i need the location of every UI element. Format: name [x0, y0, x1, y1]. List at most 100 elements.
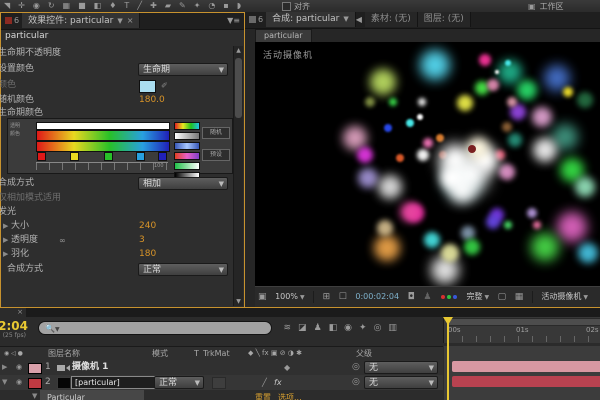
panel-lock-icon[interactable]: 6 — [14, 13, 19, 28]
eye-icon[interactable]: ◉ — [16, 375, 22, 390]
type-tool-icon[interactable]: T — [124, 0, 129, 12]
column-t[interactable]: T — [194, 347, 199, 360]
zoom-tool-icon[interactable]: ◉ — [33, 0, 40, 12]
frame-blend-icon[interactable]: ◧ — [329, 321, 338, 335]
glow-feather-value[interactable]: 180 — [139, 247, 156, 262]
rotate-tool-icon[interactable]: ↻ — [48, 0, 55, 12]
snapshot-camera-icon[interactable]: ◘ — [408, 287, 415, 307]
pickwhip-icon[interactable]: ◎ — [352, 360, 360, 375]
timeline-tab-close-icon[interactable]: × — [0, 308, 26, 317]
puppet-pin-tool-icon[interactable]: ✦ — [194, 0, 201, 12]
twirl-icon[interactable]: ▶ — [3, 247, 8, 262]
auto-keyframe-icon[interactable]: ◎ — [374, 321, 382, 335]
glow-opacity-value[interactable]: 3 — [139, 233, 145, 248]
parent-dropdown[interactable]: 无 ▼ — [364, 361, 438, 374]
shape-tool-icon[interactable]: ◧ — [94, 0, 102, 12]
glow-transfer-mode-dropdown[interactable]: 正常 ▼ — [138, 263, 228, 276]
brush-tool-icon[interactable]: ╱ — [137, 0, 142, 12]
gradient-stop[interactable] — [69, 152, 79, 161]
parent-dropdown[interactable]: 无 ▼ — [364, 376, 438, 389]
gradient-stop[interactable] — [104, 152, 114, 161]
scrollbar-thumb[interactable] — [235, 58, 242, 118]
comp-breadcrumb[interactable]: particular — [255, 29, 312, 43]
color-over-life-gradient-editor[interactable]: 透明 颜色 100 随机 预设 — [7, 118, 233, 180]
motion-blur-icon[interactable]: ◉ — [344, 321, 352, 335]
gradient-presets[interactable] — [174, 122, 200, 182]
pen-tool-icon[interactable]: ♦ — [109, 0, 116, 12]
show-snapshot-icon[interactable]: ♟ — [423, 287, 431, 307]
magnification-dropdown[interactable]: 100% ▼ — [275, 287, 305, 308]
label-color-chip[interactable] — [28, 363, 42, 374]
align-checkbox[interactable]: 对齐 — [282, 1, 310, 12]
transfer-mode-dropdown[interactable]: 相加 ▼ — [138, 177, 228, 190]
composition-viewport[interactable]: 活动摄像机 — [255, 42, 600, 286]
track-area[interactable] — [444, 346, 600, 400]
pickwhip-icon[interactable]: ◎ — [352, 375, 360, 390]
clone-stamp-tool-icon[interactable]: ✚ — [150, 0, 157, 12]
pan-behind-tool-icon[interactable]: ■ — [78, 0, 86, 12]
gradient-stop[interactable] — [36, 152, 46, 161]
expand-icon[interactable]: ▼ — [32, 389, 37, 400]
twirl-icon[interactable]: ▶ — [3, 219, 8, 234]
gradient-stop[interactable] — [158, 152, 168, 161]
column-mode[interactable]: 模式 — [152, 347, 168, 360]
gradient-stop[interactable] — [136, 152, 146, 161]
graph-editor-icon[interactable]: ▥ — [388, 321, 397, 335]
layer-name[interactable]: 摄像机 1 — [72, 360, 108, 375]
channel-icon[interactable] — [440, 287, 458, 307]
column-parent[interactable]: 父级 — [356, 347, 372, 360]
gradient-preset-swatch[interactable] — [174, 132, 200, 140]
eye-icon[interactable]: ◉ — [16, 360, 22, 375]
color-swatch[interactable] — [139, 80, 156, 93]
roi-icon[interactable]: ▢ — [498, 287, 507, 307]
3d-view-dropdown[interactable]: 活动摄像机 ▼ — [541, 287, 588, 308]
effect-row-particular[interactable]: ▼ Particular 重置 选项... — [0, 390, 443, 400]
draft-3d-icon[interactable]: ◪ — [298, 321, 307, 335]
time-ruler[interactable]: 00s 01s 02s — [443, 317, 600, 343]
gradient-randomize-button[interactable]: 随机 — [202, 127, 230, 139]
panel-menu-icon[interactable]: ▼≡ — [227, 16, 240, 25]
resolution-dropdown[interactable]: 完整 ▼ — [466, 287, 489, 308]
gradient-preset-swatch[interactable] — [174, 142, 200, 150]
scrollbar[interactable]: ▲ ▼ — [233, 46, 243, 306]
hide-shy-icon[interactable]: ♟ — [314, 321, 322, 335]
transparency-grid-icon[interactable]: ▦ — [515, 287, 524, 307]
tab-layer[interactable]: 图层: (无) — [417, 12, 471, 27]
tab-dropdown-icon[interactable]: ▼ — [343, 15, 348, 23]
expand-icon[interactable]: ▼ — [2, 375, 7, 390]
gradient-preset-swatch[interactable] — [174, 122, 200, 130]
grid-toggle-icon[interactable]: ◔ — [208, 0, 215, 12]
mini-flowchart-icon[interactable]: ≋ — [284, 321, 292, 335]
column-trkmat[interactable]: TrkMat — [203, 347, 230, 360]
viewer-timecode[interactable]: 0:00:02:04 — [355, 287, 399, 307]
mask-toggle-icon[interactable]: ▪ — [223, 0, 228, 12]
set-color-dropdown[interactable]: 生命期 ▼ — [138, 63, 228, 76]
roto-brush-tool-icon[interactable]: ✎ — [179, 0, 186, 12]
grid-guides-icon[interactable]: ⊞ — [323, 287, 331, 307]
eyedropper-icon[interactable]: ✐ — [161, 81, 173, 90]
gradient-preset-swatch[interactable] — [174, 162, 200, 170]
brush-switch-icon[interactable]: ╱ — [262, 375, 267, 390]
column-layer-name[interactable]: 图层名称 — [48, 347, 80, 360]
gradient-preset-swatch[interactable] — [174, 152, 200, 160]
tab-dropdown-icon[interactable]: ▼ — [117, 17, 122, 25]
current-timecode[interactable]: 0:00:02:04 — [0, 319, 30, 332]
layer-row-camera[interactable]: ▶ ◉ 1 摄像机 1 ◆ ◎ 无 ▼ — [0, 360, 443, 375]
eraser-tool-icon[interactable]: ▰ — [165, 0, 171, 12]
group-row-glow[interactable]: 发光 — [0, 205, 233, 220]
gradient-preset-button[interactable]: 预设 — [202, 149, 230, 161]
result-gradient-bar[interactable] — [36, 141, 170, 152]
mask-visibility-icon[interactable]: ☐ — [339, 287, 347, 307]
fx-switch-icon[interactable]: fx — [274, 375, 282, 390]
always-preview-icon[interactable]: ▣ — [258, 287, 267, 307]
panel-lock-icon[interactable]: 6 — [258, 12, 263, 27]
camera-layer-bar[interactable] — [452, 361, 600, 372]
current-time-indicator[interactable] — [447, 317, 449, 400]
scroll-down-icon[interactable]: ▼ — [234, 297, 243, 306]
tab-close-icon[interactable]: × — [127, 16, 134, 25]
switch-icon[interactable]: ◆ — [284, 360, 290, 375]
reset-link[interactable]: 重置 — [255, 390, 271, 400]
selection-tool-icon[interactable]: ◥ — [4, 0, 10, 12]
brainstorm-icon[interactable]: ✦ — [359, 321, 367, 335]
glow-size-value[interactable]: 240 — [139, 219, 156, 234]
